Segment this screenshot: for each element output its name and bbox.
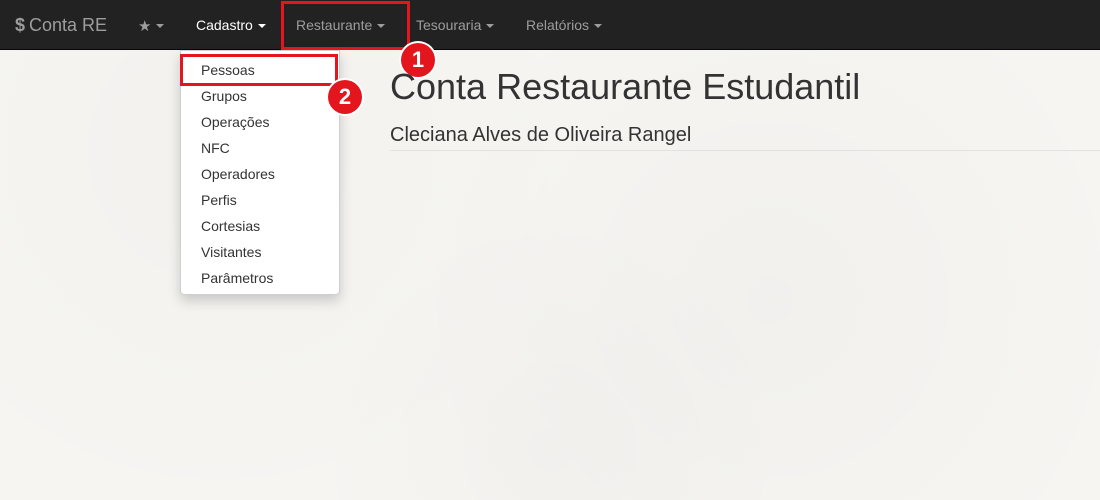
dropdown-item-pessoas[interactable]: Pessoas bbox=[181, 57, 339, 83]
dollar-icon: $ bbox=[15, 15, 26, 35]
brand-link[interactable]: $ Conta RE bbox=[15, 0, 107, 50]
nav-cadastro-menu[interactable]: Cadastro bbox=[196, 0, 266, 50]
header-divider bbox=[390, 150, 1100, 151]
dropdown-item-perfis[interactable]: Perfis bbox=[181, 187, 339, 213]
dropdown-item-grupos[interactable]: Grupos bbox=[181, 83, 339, 109]
page-title: Conta Restaurante Estudantil bbox=[390, 66, 861, 107]
cadastro-dropdown-menu: Pessoas Grupos Operações NFC Operadores … bbox=[180, 50, 340, 295]
nav-relatorios-label: Relatórios bbox=[526, 17, 590, 33]
brand-text: Conta RE bbox=[29, 15, 108, 35]
dropdown-item-cortesias[interactable]: Cortesias bbox=[181, 213, 339, 239]
dropdown-item-nfc[interactable]: NFC bbox=[181, 135, 339, 161]
nav-tesouraria-menu[interactable]: Tesouraria bbox=[416, 0, 495, 50]
dropdown-item-visitantes[interactable]: Visitantes bbox=[181, 239, 339, 265]
nav-cadastro-label: Cadastro bbox=[196, 17, 253, 33]
caret-down-icon bbox=[156, 24, 165, 29]
nav-tesouraria-label: Tesouraria bbox=[416, 17, 482, 33]
nav-relatorios-menu[interactable]: Relatórios bbox=[526, 0, 603, 50]
top-navbar: $ Conta RE ★ Cadastro Restaurante Tesoura… bbox=[0, 0, 1100, 50]
caret-down-icon bbox=[486, 24, 495, 29]
user-name-subtitle: Cleciana Alves de Oliveira Rangel bbox=[390, 124, 692, 146]
caret-down-icon bbox=[377, 24, 386, 29]
nav-restaurante-label: Restaurante bbox=[296, 17, 373, 33]
nav-restaurante-menu[interactable]: Restaurante bbox=[296, 0, 386, 50]
dropdown-item-parametros[interactable]: Parâmetros bbox=[181, 265, 339, 291]
step-badge-2: 2 bbox=[328, 80, 362, 114]
caret-down-icon bbox=[594, 24, 603, 29]
dropdown-item-operadores[interactable]: Operadores bbox=[181, 161, 339, 187]
nav-favorites-menu[interactable]: ★ bbox=[138, 0, 165, 50]
dropdown-item-operacoes[interactable]: Operações bbox=[181, 109, 339, 135]
caret-down-icon bbox=[257, 24, 266, 29]
star-icon: ★ bbox=[138, 18, 152, 35]
